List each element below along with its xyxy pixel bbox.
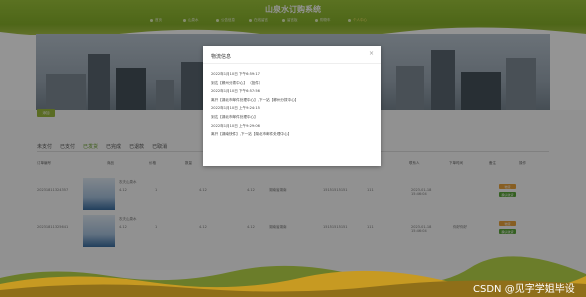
logistics-log: 2022年1月10日 下午6:59:17 到达【郴州分拨中心】 （投件） 202… xyxy=(211,72,376,141)
modal-title: 物流信息 xyxy=(211,54,232,60)
log-line: 2022年1月10日 上午9:24:15 xyxy=(211,106,260,111)
log-line: 2022年1月10日 下午6:59:17 xyxy=(211,72,260,76)
log-line: 2022年1月10日 上午9:29:06 xyxy=(211,123,260,128)
log-line: 离开【湖南快件】,下一站【湖北市邮件处理中心】 xyxy=(211,132,292,137)
close-icon[interactable]: × xyxy=(369,50,374,57)
watermark: CSDN @见字学姐毕设 xyxy=(473,284,575,295)
logistics-modal: 物流信息 × 2022年1月10日 下午6:59:17 到达【郴州分拨中心】 （… xyxy=(203,46,381,166)
log-line: 到达【湖北市邮件处理中心】 xyxy=(211,114,258,119)
log-line: 到达【郴州分拨中心】 （投件） xyxy=(211,80,263,85)
modal-divider xyxy=(203,63,381,64)
log-line: 2022年1月10日 下午6:57:56 xyxy=(211,89,260,94)
